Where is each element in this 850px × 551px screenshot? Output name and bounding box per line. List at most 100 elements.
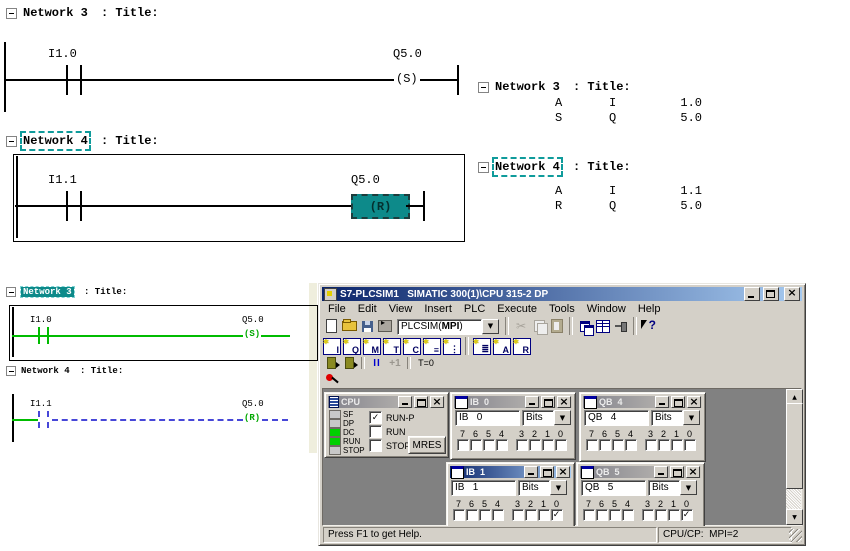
contact-bar-inactive[interactable] bbox=[47, 411, 49, 428]
insert-counter-icon[interactable]: C bbox=[403, 337, 421, 355]
minimize-button[interactable] bbox=[524, 466, 538, 478]
bit-checkbox[interactable] bbox=[595, 509, 608, 521]
menu-plc[interactable]: PLC bbox=[458, 302, 491, 316]
bit-checkbox[interactable] bbox=[537, 509, 550, 521]
bit-checkbox[interactable] bbox=[585, 439, 598, 451]
bit-checkbox[interactable] bbox=[554, 439, 567, 451]
close-button[interactable] bbox=[687, 395, 701, 408]
collapse-icon[interactable] bbox=[478, 161, 489, 173]
scrollbar-thumb[interactable] bbox=[786, 403, 803, 489]
menu-window[interactable]: Window bbox=[581, 302, 632, 316]
maximize-button[interactable] bbox=[670, 466, 684, 478]
bit-checkbox[interactable] bbox=[515, 439, 528, 451]
bit-checkbox[interactable] bbox=[491, 509, 504, 521]
insert-accumulator-icon[interactable]: A bbox=[493, 337, 511, 355]
title-bar[interactable]: S7-PLCSIM1 SIMATIC 300(1)\CPU 315-2 DP bbox=[322, 286, 802, 301]
minimize-button[interactable] bbox=[398, 396, 412, 408]
format-combobox[interactable]: Bits ▼ bbox=[518, 480, 567, 496]
format-combobox[interactable]: Bits ▼ bbox=[651, 410, 700, 426]
resize-grip[interactable] bbox=[789, 529, 802, 542]
bit-checkbox[interactable] bbox=[598, 439, 611, 451]
bit-checkbox[interactable] bbox=[456, 439, 469, 451]
network-title-selected[interactable]: Network 3 bbox=[20, 286, 75, 298]
io-title-bar[interactable]: QB 5 bbox=[580, 465, 701, 479]
format-combobox[interactable]: Bits ▼ bbox=[648, 480, 697, 496]
bit-checkbox[interactable] bbox=[541, 439, 554, 451]
insert-stacks-icon[interactable]: ≣ bbox=[473, 337, 491, 355]
minimize-button[interactable] bbox=[744, 287, 760, 301]
cpu-title-bar[interactable]: CPU bbox=[328, 395, 445, 408]
bit-checkbox[interactable] bbox=[611, 439, 624, 451]
open-icon[interactable] bbox=[340, 318, 358, 334]
contact-bar[interactable] bbox=[80, 191, 82, 221]
bit-checkbox[interactable] bbox=[482, 439, 495, 451]
close-button[interactable] bbox=[430, 395, 444, 408]
close-button[interactable] bbox=[557, 395, 571, 408]
minimize-button[interactable] bbox=[654, 466, 668, 478]
runp-checkbox-row[interactable]: ✓ RUN-P bbox=[369, 411, 415, 424]
reset-timers-icon[interactable]: T=0 bbox=[414, 357, 438, 369]
io-title-bar[interactable]: IB 1 bbox=[450, 465, 571, 479]
bit-checkbox[interactable] bbox=[478, 509, 491, 521]
contact-bar-energized[interactable] bbox=[47, 327, 49, 344]
address-field[interactable]: QB 5 bbox=[581, 480, 646, 496]
stl-row[interactable]: A I 1.0 bbox=[478, 96, 708, 110]
combo-dropdown-icon[interactable]: ▼ bbox=[482, 318, 499, 334]
card-file-icon[interactable] bbox=[376, 318, 394, 334]
set-coil-energized[interactable]: (S) bbox=[243, 329, 262, 339]
collapse-icon[interactable] bbox=[478, 81, 489, 93]
contact-bar[interactable] bbox=[66, 65, 68, 95]
minimize-button[interactable] bbox=[525, 396, 539, 408]
menu-tools[interactable]: Tools bbox=[543, 302, 581, 316]
address-field[interactable]: QB 4 bbox=[584, 410, 649, 426]
contact-bar-energized[interactable] bbox=[38, 327, 40, 344]
address-field[interactable]: IB 0 bbox=[455, 410, 520, 426]
menu-view[interactable]: View bbox=[383, 302, 419, 316]
stop-checkbox[interactable] bbox=[369, 439, 382, 452]
bit-checkbox[interactable] bbox=[495, 439, 508, 451]
bit-checkbox[interactable] bbox=[624, 439, 637, 451]
run-checkbox-row[interactable]: RUN bbox=[369, 425, 406, 438]
run-checkbox[interactable] bbox=[369, 425, 382, 438]
contact-bar-inactive[interactable] bbox=[38, 411, 40, 428]
bit-checkbox[interactable] bbox=[641, 509, 654, 521]
io-title-bar[interactable]: QB 4 bbox=[583, 395, 702, 409]
bit-checkbox[interactable] bbox=[683, 439, 696, 451]
tile-windows-icon[interactable] bbox=[594, 318, 612, 334]
menu-edit[interactable]: Edit bbox=[352, 302, 383, 316]
bit-checkbox[interactable] bbox=[667, 509, 680, 521]
maximize-button[interactable] bbox=[541, 396, 555, 408]
combo-dropdown-icon[interactable]: ▼ bbox=[550, 480, 567, 495]
insert-generic-icon[interactable]: ≡ bbox=[423, 337, 441, 355]
network-title-selected[interactable]: Network 4 bbox=[20, 131, 91, 151]
menu-execute[interactable]: Execute bbox=[491, 302, 543, 316]
bit-checkbox[interactable] bbox=[654, 509, 667, 521]
bit-checkbox[interactable] bbox=[511, 509, 524, 521]
vertical-scrollbar[interactable]: ▲ ▼ bbox=[786, 389, 803, 525]
close-button[interactable] bbox=[784, 286, 800, 301]
stl-row[interactable]: R Q 5.0 bbox=[478, 199, 708, 213]
stop-checkbox-row[interactable]: STOP bbox=[369, 439, 410, 452]
insert-output-icon[interactable]: Q bbox=[343, 337, 361, 355]
combo-dropdown-icon[interactable]: ▼ bbox=[683, 410, 700, 425]
reset-coil[interactable]: (R) bbox=[243, 413, 262, 423]
menu-file[interactable]: File bbox=[322, 302, 352, 316]
insert-memory-icon[interactable]: M bbox=[363, 337, 381, 355]
bit-checkbox[interactable] bbox=[582, 509, 595, 521]
io-title-bar[interactable]: IB 0 bbox=[454, 395, 572, 409]
pushpin-icon[interactable] bbox=[612, 318, 630, 334]
maximize-button[interactable] bbox=[540, 466, 554, 478]
bit-checkbox[interactable] bbox=[608, 509, 621, 521]
collapse-icon[interactable] bbox=[6, 366, 16, 376]
runp-checkbox[interactable]: ✓ bbox=[369, 411, 382, 424]
stl-row[interactable]: A I 1.1 bbox=[478, 184, 708, 198]
collapse-icon[interactable] bbox=[6, 7, 17, 19]
insert-register-icon[interactable]: R bbox=[513, 337, 531, 355]
menu-insert[interactable]: Insert bbox=[418, 302, 458, 316]
stl-row[interactable]: S Q 5.0 bbox=[478, 111, 708, 125]
insert-vertical-bits-icon[interactable]: ⋮ bbox=[443, 337, 461, 355]
contact-bar[interactable] bbox=[66, 191, 68, 221]
format-combobox[interactable]: Bits ▼ bbox=[522, 410, 571, 426]
bit-checkbox[interactable] bbox=[452, 509, 465, 521]
bit-checkbox[interactable] bbox=[670, 439, 683, 451]
